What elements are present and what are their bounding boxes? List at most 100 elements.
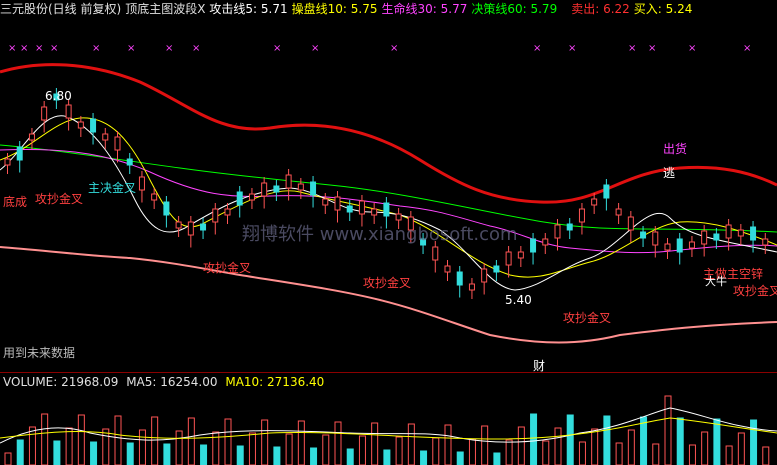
volume-bar[interactable] xyxy=(432,437,440,465)
candle-body[interactable] xyxy=(77,121,84,129)
candle-body[interactable] xyxy=(102,133,109,141)
candle-body[interactable] xyxy=(517,251,524,259)
candle-body[interactable] xyxy=(530,238,537,253)
volume-bar[interactable] xyxy=(126,442,134,465)
candle-body[interactable] xyxy=(285,174,292,189)
volume-bar[interactable] xyxy=(90,441,98,465)
candle-body[interactable] xyxy=(224,208,231,216)
candle-body[interactable] xyxy=(456,271,463,286)
candle-body[interactable] xyxy=(126,158,133,166)
candle-body[interactable] xyxy=(371,208,378,216)
volume-bar[interactable] xyxy=(138,429,146,465)
candle-body[interactable] xyxy=(334,196,341,211)
volume-bar[interactable] xyxy=(65,427,73,465)
candle-body[interactable] xyxy=(163,201,170,216)
volume-bar[interactable] xyxy=(578,441,586,465)
volume-bar[interactable] xyxy=(383,449,391,465)
volume-bar[interactable] xyxy=(554,427,562,465)
volume-bar[interactable] xyxy=(163,443,171,465)
candle-body[interactable] xyxy=(28,133,35,141)
volume-bar[interactable] xyxy=(566,414,574,465)
volume-bar[interactable] xyxy=(41,413,49,465)
candle-body[interactable] xyxy=(554,224,561,239)
candle-body[interactable] xyxy=(701,230,708,245)
volume-bar[interactable] xyxy=(310,447,318,465)
volume-bar[interactable] xyxy=(224,418,232,465)
candle-body[interactable] xyxy=(248,193,255,201)
volume-bar[interactable] xyxy=(28,426,36,465)
volume-bar[interactable] xyxy=(627,429,635,465)
volume-bar[interactable] xyxy=(322,434,330,465)
candle-body[interactable] xyxy=(505,251,512,266)
volume-bar[interactable] xyxy=(102,428,110,465)
candle-body[interactable] xyxy=(395,213,402,221)
volume-bar[interactable] xyxy=(297,420,305,465)
candle-body[interactable] xyxy=(432,246,439,261)
volume-bar[interactable] xyxy=(676,417,684,465)
candle-body[interactable] xyxy=(676,238,683,253)
candle-body[interactable] xyxy=(566,223,573,231)
volume-bar[interactable] xyxy=(346,448,354,465)
volume-bar[interactable] xyxy=(603,415,611,465)
volume-bar[interactable] xyxy=(4,452,12,465)
candle-body[interactable] xyxy=(90,118,97,133)
candle-body[interactable] xyxy=(175,221,182,229)
candle-body[interactable] xyxy=(664,243,671,251)
volume-bar[interactable] xyxy=(444,424,452,465)
volume-bar[interactable] xyxy=(285,433,293,465)
candle-body[interactable] xyxy=(187,221,194,236)
volume-bar[interactable] xyxy=(530,413,538,465)
candle-body[interactable] xyxy=(591,198,598,206)
candle-body[interactable] xyxy=(310,181,317,196)
candle-body[interactable] xyxy=(725,224,732,239)
volume-bar[interactable] xyxy=(114,415,122,465)
volume-bar[interactable] xyxy=(725,445,733,465)
volume-bar[interactable] xyxy=(420,450,428,465)
volume-bar[interactable] xyxy=(517,426,525,465)
volume-bar[interactable] xyxy=(505,439,513,465)
volume-bar[interactable] xyxy=(151,416,159,465)
candle-body[interactable] xyxy=(627,216,634,231)
volume-bar[interactable] xyxy=(615,442,623,465)
volume-bar[interactable] xyxy=(701,431,709,465)
volume-bar[interactable] xyxy=(407,423,415,465)
candle-body[interactable] xyxy=(322,198,329,206)
candle-body[interactable] xyxy=(603,184,610,199)
candle-body[interactable] xyxy=(273,185,280,193)
candle-body[interactable] xyxy=(481,268,488,283)
candle-body[interactable] xyxy=(615,208,622,216)
volume-bar[interactable] xyxy=(200,444,208,465)
volume-bar[interactable] xyxy=(53,440,61,465)
candle-body[interactable] xyxy=(468,283,475,291)
candle-body[interactable] xyxy=(346,205,353,213)
candle-body[interactable] xyxy=(41,106,48,121)
volume-bar[interactable] xyxy=(175,430,183,465)
candle-body[interactable] xyxy=(762,238,769,246)
candle-body[interactable] xyxy=(737,229,744,237)
candle-body[interactable] xyxy=(652,231,659,246)
candle-body[interactable] xyxy=(493,265,500,273)
volume-bar[interactable] xyxy=(236,445,244,465)
volume-bar[interactable] xyxy=(456,451,464,465)
volume-bar[interactable] xyxy=(762,446,770,465)
volume-bar[interactable] xyxy=(640,416,648,465)
candle-body[interactable] xyxy=(4,158,11,166)
volume-bar[interactable] xyxy=(591,428,599,465)
volume-bar[interactable] xyxy=(750,419,758,465)
volume-bar[interactable] xyxy=(248,432,256,465)
volume-bar[interactable] xyxy=(688,444,696,465)
volume-bar[interactable] xyxy=(395,436,403,465)
candle-body[interactable] xyxy=(358,200,365,215)
candle-body[interactable] xyxy=(65,104,72,119)
candle-body[interactable] xyxy=(444,265,451,273)
price-chart[interactable]: × × × × × × × × × × × × × × × × × 6.80 5.40 底成 攻抄金叉 主决金叉… xyxy=(0,0,777,373)
candle-body[interactable] xyxy=(200,223,207,231)
candle-body[interactable] xyxy=(383,202,390,217)
volume-bar[interactable] xyxy=(16,439,24,465)
volume-bar[interactable] xyxy=(468,438,476,465)
volume-bar[interactable] xyxy=(261,419,269,465)
volume-bar[interactable] xyxy=(358,435,366,465)
candle-body[interactable] xyxy=(151,193,158,201)
candle-body[interactable] xyxy=(578,208,585,223)
candle-body[interactable] xyxy=(16,146,23,161)
